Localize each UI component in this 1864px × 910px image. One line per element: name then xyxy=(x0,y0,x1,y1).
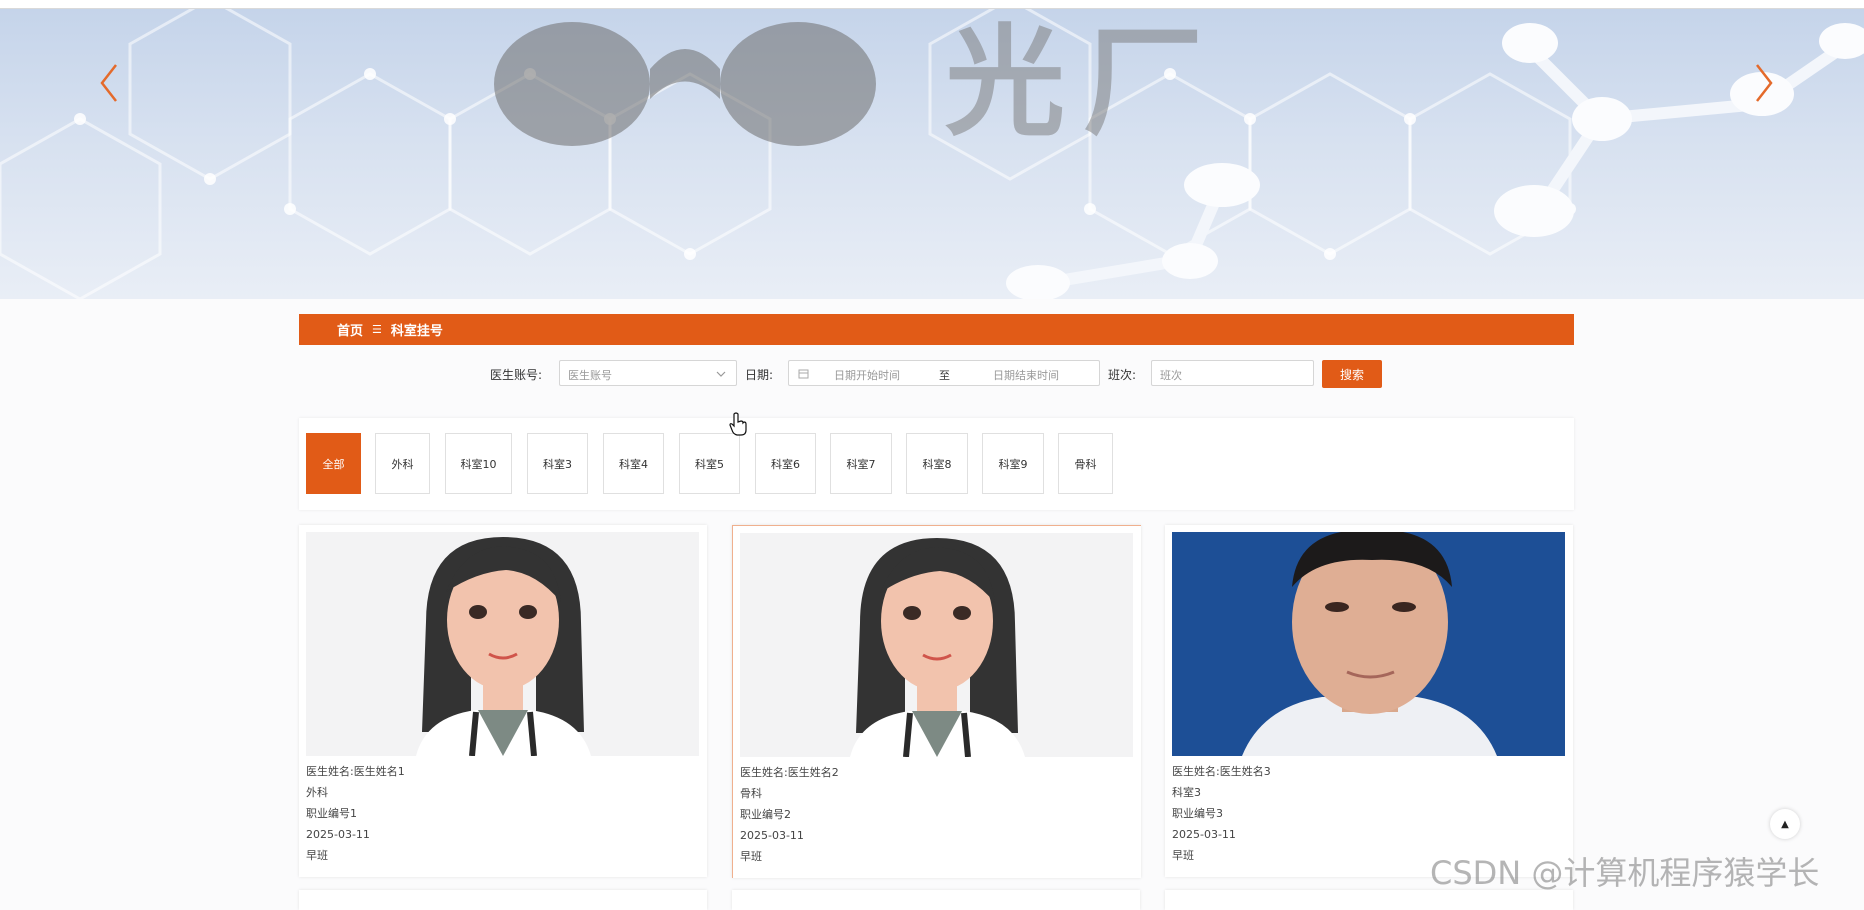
doctor-card[interactable] xyxy=(732,890,1140,910)
tab-dept7[interactable]: 科室7 xyxy=(830,433,892,494)
search-bar: 医生账号: 医生账号 日期: 日期开始时间 至 日期结束时间 班次: 班次 搜索 xyxy=(0,360,1864,388)
doctor-photo xyxy=(740,533,1133,757)
tab-dept4[interactable]: 科室4 xyxy=(603,433,664,494)
molecule-background xyxy=(0,9,1864,299)
breadcrumb-current: 科室挂号 xyxy=(390,324,443,339)
doctor-photo xyxy=(306,532,699,756)
doctor-name-label: 医生姓名: xyxy=(1172,765,1220,778)
date-range-picker[interactable]: 日期开始时间 至 日期结束时间 xyxy=(788,360,1100,386)
doctor-info: 医生姓名:医生姓名1 外科 职业编号1 2025-03-11 早班 xyxy=(306,761,405,866)
tab-surgery[interactable]: 外科 xyxy=(375,433,430,494)
tab-dept6[interactable]: 科室6 xyxy=(755,433,816,494)
chevron-down-icon xyxy=(716,371,726,377)
doctor-department: 骨科 xyxy=(740,787,762,800)
arrow-up-icon: ▲ xyxy=(1781,818,1789,830)
back-to-top-button[interactable]: ▲ xyxy=(1770,809,1800,839)
date-to-label: 至 xyxy=(939,369,950,382)
tab-dept8[interactable]: 科室8 xyxy=(906,433,968,494)
doctor-account-placeholder: 医生账号 xyxy=(568,369,612,382)
schedule-date: 2025-03-11 xyxy=(306,828,370,841)
banner-logo-text: 光厂 xyxy=(945,14,1221,153)
doctor-info: 医生姓名:医生姓名2 骨科 职业编号2 2025-03-11 早班 xyxy=(740,762,839,867)
doctor-card[interactable]: 医生姓名:医生姓名2 骨科 职业编号2 2025-03-11 早班 xyxy=(732,525,1141,878)
male-doctor-photo-icon xyxy=(1172,532,1565,756)
banner-carousel: 光厂 xyxy=(0,9,1864,299)
calendar-icon xyxy=(798,369,809,379)
date-end-input[interactable]: 日期结束时间 xyxy=(993,367,1059,383)
chevron-right-icon xyxy=(1756,64,1773,102)
doctor-job-number: 职业编号3 xyxy=(1172,807,1223,820)
chevron-left-icon xyxy=(100,64,117,102)
tab-dept10[interactable]: 科室10 xyxy=(445,433,512,494)
carousel-prev-button[interactable] xyxy=(90,57,130,109)
breadcrumb: 首页 ☰ 科室挂号 xyxy=(299,314,1574,345)
doctor-account-label: 医生账号: xyxy=(490,368,543,382)
breadcrumb-home-link[interactable]: 首页 xyxy=(337,320,363,339)
search-button[interactable]: 搜索 xyxy=(1322,360,1382,388)
doctor-name: 医生姓名1 xyxy=(353,765,405,778)
tab-dept5[interactable]: 科室5 xyxy=(679,433,740,494)
schedule-date: 2025-03-11 xyxy=(740,829,804,842)
schedule-shift: 早班 xyxy=(1172,849,1194,862)
doctor-name-label: 医生姓名: xyxy=(306,765,354,778)
doctor-name-label: 医生姓名: xyxy=(740,766,788,779)
doctor-department: 科室3 xyxy=(1172,786,1201,799)
doctor-photo xyxy=(1172,532,1565,756)
top-bar xyxy=(0,0,1864,9)
shift-label: 班次: xyxy=(1108,368,1137,382)
doctor-info: 医生姓名:医生姓名3 科室3 职业编号3 2025-03-11 早班 xyxy=(1172,761,1271,866)
doctor-card[interactable] xyxy=(299,890,707,910)
carousel-next-button[interactable] xyxy=(1743,57,1783,109)
tab-orthopedics[interactable]: 骨科 xyxy=(1058,433,1113,494)
tab-dept3[interactable]: 科室3 xyxy=(527,433,588,494)
date-label: 日期: xyxy=(745,368,774,382)
tab-dept9[interactable]: 科室9 xyxy=(982,433,1044,494)
doctor-job-number: 职业编号1 xyxy=(306,807,357,820)
female-doctor-avatar-icon xyxy=(850,538,1025,757)
date-start-input[interactable]: 日期开始时间 xyxy=(834,367,900,383)
doctor-name: 医生姓名2 xyxy=(787,766,839,779)
doctor-name: 医生姓名3 xyxy=(1219,765,1271,778)
watermark: CSDN @计算机程序猿学长 xyxy=(1430,854,1820,892)
doctor-card[interactable]: 医生姓名:医生姓名3 科室3 职业编号3 2025-03-11 早班 xyxy=(1165,525,1573,877)
schedule-date: 2025-03-11 xyxy=(1172,828,1236,841)
doctor-department: 外科 xyxy=(306,786,328,799)
schedule-shift: 早班 xyxy=(306,849,328,862)
department-tabs: 全部 外科 科室10 科室3 科室4 科室5 科室6 科室7 科室8 科室9 骨… xyxy=(299,418,1574,510)
doctor-card[interactable]: 医生姓名:医生姓名1 外科 职业编号1 2025-03-11 早班 xyxy=(299,525,707,877)
hand-cursor-icon xyxy=(729,412,747,436)
shift-input[interactable]: 班次 xyxy=(1151,360,1314,386)
female-doctor-avatar-icon xyxy=(416,537,591,756)
doctor-job-number: 职业编号2 xyxy=(740,808,791,821)
menu-icon: ☰ xyxy=(372,323,382,336)
doctor-account-select[interactable]: 医生账号 xyxy=(559,360,737,386)
shift-placeholder: 班次 xyxy=(1160,369,1182,382)
tab-all[interactable]: 全部 xyxy=(306,433,361,494)
schedule-shift: 早班 xyxy=(740,850,762,863)
